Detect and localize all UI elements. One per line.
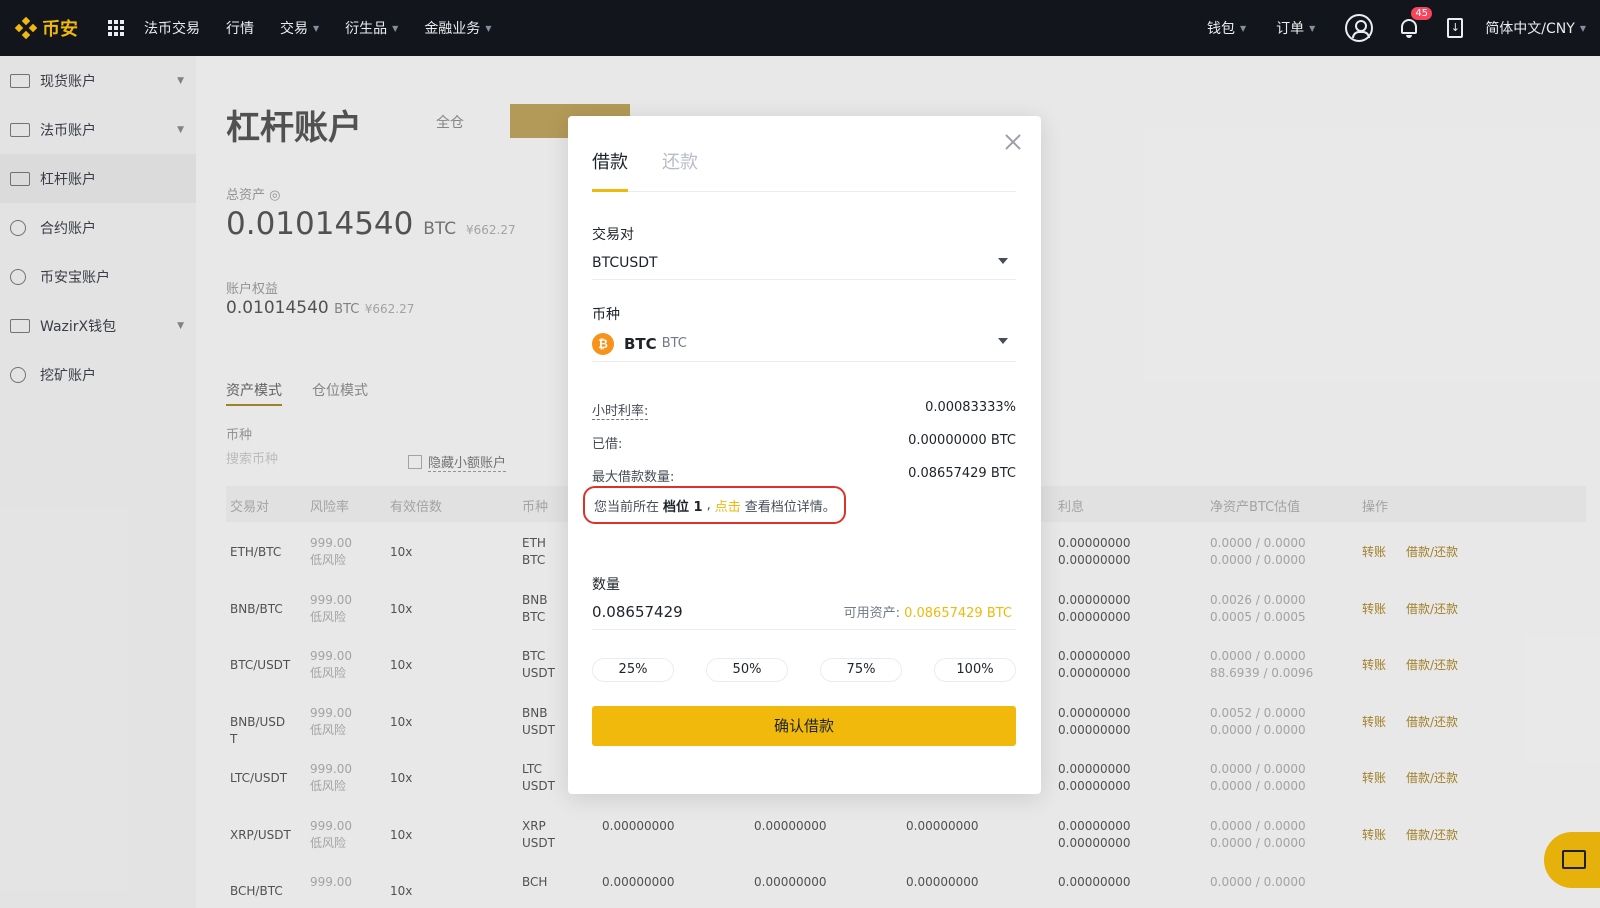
nav-item-4[interactable]: 金融业务 ▼ (424, 18, 491, 38)
chevron-down-icon: ▼ (1579, 23, 1586, 33)
available-balance: 可用资产: 0.08657429 BTC (843, 606, 1012, 621)
percent-100-button[interactable]: 100% (934, 658, 1016, 682)
amount-input[interactable] (592, 602, 792, 621)
percent-50-button[interactable]: 50% (706, 658, 788, 682)
chevron-down-icon: ▼ (392, 23, 399, 33)
chevron-down-icon: ▼ (1240, 23, 1247, 33)
borrowed-label: 已借: (592, 437, 623, 452)
tab-repay[interactable]: 还款 (662, 144, 698, 192)
percent-75-button[interactable]: 75% (820, 658, 902, 682)
notification-bell-icon[interactable]: 45 (1399, 7, 1433, 39)
binance-logo-icon (14, 16, 38, 40)
logo-text: 币安 (42, 19, 78, 40)
tier-details-link[interactable]: 点击 (715, 496, 741, 515)
chevron-down-icon: ▼ (1309, 23, 1316, 33)
top-navbar: 币安 法币交易 行情 交易 ▼ 衍生品 ▼ 金融业务 ▼ 钱包 ▼ 订单 ▼ 45 ↓ 简体中文/… (0, 0, 1600, 56)
nav-item-0[interactable]: 法币交易 (144, 18, 200, 38)
coin-subtitle: BTC (661, 336, 687, 351)
borrowed-row: 已借: 0.00000000 BTC (592, 433, 1016, 452)
binance-logo[interactable]: 币安 (14, 15, 78, 41)
download-app-icon[interactable]: ↓ (1447, 18, 1464, 38)
tab-borrow[interactable]: 借款 (592, 144, 628, 192)
amount-field: 可用资产: 0.08657429 BTC (592, 594, 1016, 630)
nav-item-2[interactable]: 交易 ▼ (280, 18, 319, 38)
hourly-rate-value: 0.00083333% (925, 400, 1016, 415)
tier-name: 档位 1 (663, 499, 703, 515)
borrow-modal: 借款 还款 交易对 BTCUSDT 币种 ₿ BTC BTC 小时利率: 0.0… (568, 116, 1041, 794)
pair-value: BTCUSDT (592, 254, 658, 271)
coin-select[interactable]: ₿ BTC BTC (592, 326, 1016, 362)
language-currency-menu[interactable]: 简体中文/CNY ▼ (1485, 18, 1586, 38)
pair-select[interactable]: BTCUSDT (592, 246, 1016, 280)
percent-25-button[interactable]: 25% (592, 658, 674, 682)
borrowed-value: 0.00000000 BTC (908, 433, 1016, 448)
max-borrow-row: 最大借款数量: 0.08657429 BTC (592, 466, 1016, 485)
coin-label: 币种 (592, 307, 620, 323)
max-borrow-value: 0.08657429 BTC (908, 466, 1016, 481)
chevron-down-icon (998, 258, 1008, 264)
user-profile-icon[interactable] (1345, 14, 1374, 42)
hourly-rate-label[interactable]: 小时利率: (592, 400, 649, 420)
orders-menu[interactable]: 订单 ▼ (1276, 18, 1315, 38)
pair-label: 交易对 (592, 227, 634, 243)
amount-label: 数量 (592, 577, 620, 593)
max-borrow-label: 最大借款数量: (592, 470, 675, 485)
chevron-down-icon: ▼ (313, 23, 320, 33)
confirm-borrow-button[interactable]: 确认借款 (592, 706, 1016, 746)
percent-buttons: 25% 50% 75% 100% (592, 658, 1016, 682)
tier-notice: 您当前所在 档位 1, 点击 查看档位详情。 (583, 486, 846, 524)
chevron-down-icon (998, 338, 1008, 344)
wallet-menu[interactable]: 钱包 ▼ (1207, 18, 1246, 38)
bitcoin-icon: ₿ (592, 332, 614, 355)
nav-item-1[interactable]: 行情 (226, 18, 254, 38)
borrow-repay-tabs: 借款 还款 (592, 144, 1016, 192)
apps-grid-icon[interactable] (108, 20, 124, 36)
chevron-down-icon: ▼ (485, 23, 492, 33)
nav-item-3[interactable]: 衍生品 ▼ (345, 18, 398, 38)
coin-symbol: BTC (624, 334, 657, 353)
notification-count-badge: 45 (1411, 7, 1433, 20)
available-value[interactable]: 0.08657429 BTC (904, 606, 1012, 621)
hourly-rate-row: 小时利率: 0.00083333% (592, 400, 1016, 420)
